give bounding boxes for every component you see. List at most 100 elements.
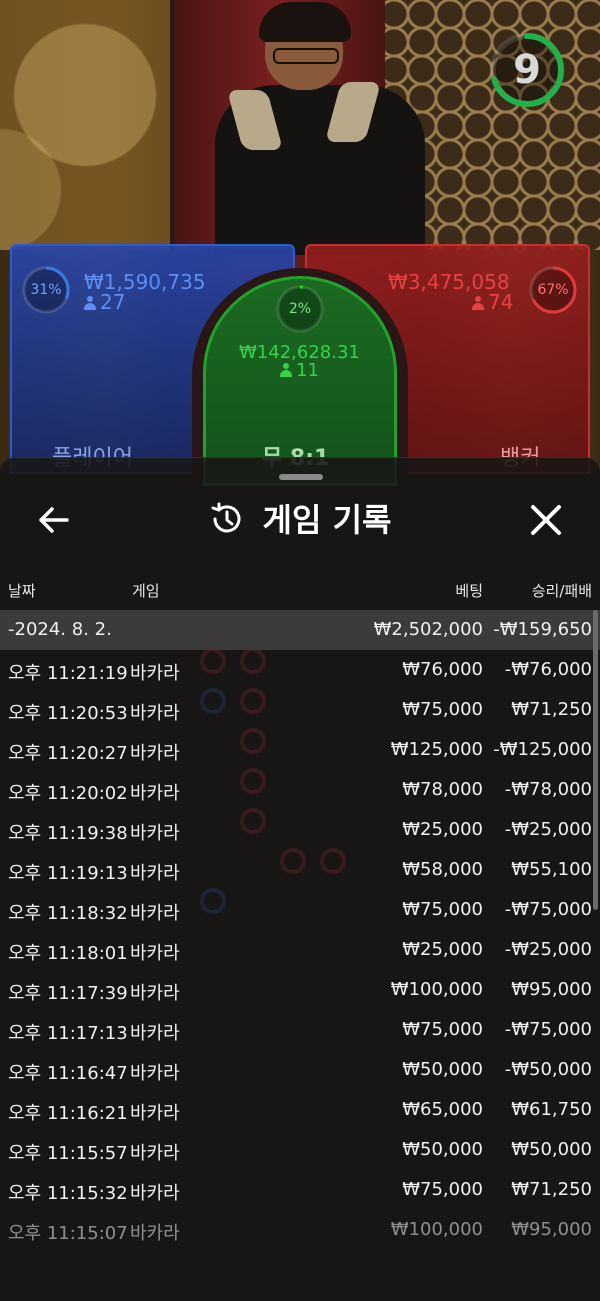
- countdown-timer: 9: [487, 30, 567, 110]
- row-result: -₩75,000: [504, 899, 592, 920]
- table-row[interactable]: 오후 11:16:21 바카라 ₩65,000 ₩61,750: [0, 1090, 600, 1130]
- row-time: 오후 11:18:32: [8, 903, 128, 924]
- row-result: -₩78,000: [504, 779, 592, 800]
- row-game: 바카라: [130, 743, 180, 764]
- game-history-panel: 게임 기록 날짜 게임 베팅 승리/패배 -2024. 8. 2. ₩2,502…: [0, 457, 600, 1301]
- row-result: -₩125,000: [493, 739, 592, 760]
- tie-percent: 2%: [288, 301, 312, 317]
- row-bet: ₩75,000: [402, 899, 483, 920]
- row-bet: ₩100,000: [390, 979, 483, 1000]
- timer-value: 9: [513, 47, 541, 93]
- player-bettor-count: 27: [84, 290, 125, 314]
- row-bet: ₩78,000: [402, 779, 483, 800]
- summary-result: -₩159,650: [493, 619, 592, 640]
- row-game: 바카라: [130, 703, 180, 724]
- dealer-figure: [215, 2, 435, 255]
- panel-title-wrap: 게임 기록: [0, 488, 600, 552]
- table-row[interactable]: 오후 11:17:13 바카라 ₩75,000 -₩75,000: [0, 1010, 600, 1050]
- panel-header: 게임 기록: [0, 488, 600, 552]
- row-time: 오후 11:16:47: [8, 1063, 128, 1084]
- row-bet: ₩75,000: [402, 1179, 483, 1200]
- row-time: 오후 11:17:39: [8, 983, 128, 1004]
- banker-percent-ring: 67%: [527, 264, 579, 316]
- row-game: 바카라: [130, 1143, 180, 1164]
- table-row[interactable]: 오후 11:19:13 바카라 ₩58,000 ₩55,100: [0, 850, 600, 890]
- wall-decoration-left: [0, 0, 170, 250]
- col-result: 승리/패배: [531, 582, 592, 600]
- table-row[interactable]: 오후 11:15:57 바카라 ₩50,000 ₩50,000: [0, 1130, 600, 1170]
- arrow-left-icon: [39, 507, 69, 533]
- row-bet: ₩58,000: [402, 859, 483, 880]
- table-row[interactable]: 오후 11:15:07 바카라 ₩100,000 ₩95,000: [0, 1210, 600, 1250]
- table-row[interactable]: 오후 11:19:38 바카라 ₩25,000 -₩25,000: [0, 810, 600, 850]
- row-bet: ₩50,000: [402, 1139, 483, 1160]
- row-game: 바카라: [130, 823, 180, 844]
- table-row[interactable]: 오후 11:20:53 바카라 ₩75,000 ₩71,250: [0, 690, 600, 730]
- col-bet: 베팅: [455, 582, 483, 600]
- row-result: -₩50,000: [504, 1059, 592, 1080]
- tie-bettor-count: 11: [280, 360, 319, 381]
- row-bet: ₩125,000: [390, 739, 483, 760]
- table-row[interactable]: 오후 11:16:47 바카라 ₩50,000 -₩50,000: [0, 1050, 600, 1090]
- row-game: 바카라: [130, 903, 180, 924]
- person-icon: [472, 296, 484, 310]
- close-icon: [531, 505, 561, 535]
- row-game: 바카라: [130, 1103, 180, 1124]
- row-result: ₩55,100: [511, 859, 592, 880]
- table-row[interactable]: 오후 11:17:39 바카라 ₩100,000 ₩95,000: [0, 970, 600, 1010]
- table-row[interactable]: 오후 11:15:32 바카라 ₩75,000 ₩71,250: [0, 1170, 600, 1210]
- row-time: 오후 11:15:07: [8, 1223, 128, 1244]
- row-time: 오후 11:19:38: [8, 823, 128, 844]
- table-row[interactable]: 오후 11:21:19 바카라 ₩76,000 -₩76,000: [0, 650, 600, 690]
- row-result: ₩95,000: [511, 979, 592, 1000]
- row-time: 오후 11:20:53: [8, 703, 128, 724]
- table-row[interactable]: 오후 11:20:27 바카라 ₩125,000 -₩125,000: [0, 730, 600, 770]
- row-bet: ₩50,000: [402, 1059, 483, 1080]
- table-row[interactable]: 오후 11:18:32 바카라 ₩75,000 -₩75,000: [0, 890, 600, 930]
- row-time: 오후 11:18:01: [8, 943, 128, 964]
- back-button[interactable]: [34, 500, 74, 540]
- row-game: 바카라: [130, 863, 180, 884]
- row-time: 오후 11:16:21: [8, 1103, 128, 1124]
- column-headers: 날짜 게임 베팅 승리/패배: [0, 576, 600, 606]
- drag-handle[interactable]: [279, 474, 323, 480]
- row-time: 오후 11:19:13: [8, 863, 128, 884]
- row-time: 오후 11:20:02: [8, 783, 128, 804]
- summary-date: -2024. 8. 2.: [8, 619, 112, 640]
- row-bet: ₩65,000: [402, 1099, 483, 1120]
- player-percent-ring: 31%: [20, 264, 72, 316]
- row-game: 바카라: [130, 783, 180, 804]
- row-time: 오후 11:21:19: [8, 663, 128, 684]
- row-result: ₩95,000: [511, 1219, 592, 1240]
- row-game: 바카라: [130, 1223, 180, 1244]
- row-game: 바카라: [130, 983, 180, 1004]
- history-table: -2024. 8. 2. ₩2,502,000 -₩159,650 오후 11:…: [0, 610, 600, 1250]
- row-time: 오후 11:20:27: [8, 743, 128, 764]
- row-result: ₩71,250: [511, 699, 592, 720]
- row-game: 바카라: [130, 1023, 180, 1044]
- row-time: 오후 11:15:57: [8, 1143, 128, 1164]
- row-game: 바카라: [130, 943, 180, 964]
- history-icon: [211, 502, 241, 533]
- row-result: -₩25,000: [504, 819, 592, 840]
- summary-bet: ₩2,502,000: [373, 619, 483, 640]
- row-bet: ₩75,000: [402, 1019, 483, 1040]
- tie-percent-ring: 2%: [274, 283, 326, 335]
- table-row[interactable]: 오후 11:20:02 바카라 ₩78,000 -₩78,000: [0, 770, 600, 810]
- banker-bettor-count: 74: [472, 290, 513, 314]
- row-bet: ₩75,000: [402, 699, 483, 720]
- row-result: ₩71,250: [511, 1179, 592, 1200]
- col-game: 게임: [132, 582, 160, 600]
- close-button[interactable]: [526, 500, 566, 540]
- row-game: 바카라: [130, 1183, 180, 1204]
- row-time: 오후 11:17:13: [8, 1023, 128, 1044]
- row-bet: ₩25,000: [402, 819, 483, 840]
- table-row[interactable]: 오후 11:18:01 바카라 ₩25,000 -₩25,000: [0, 930, 600, 970]
- row-result: -₩76,000: [504, 659, 592, 680]
- person-icon: [280, 363, 292, 377]
- row-game: 바카라: [130, 663, 180, 684]
- scrollbar[interactable]: [593, 610, 598, 910]
- row-result: ₩50,000: [511, 1139, 592, 1160]
- panel-title: 게임 기록: [262, 501, 392, 539]
- date-summary-row[interactable]: -2024. 8. 2. ₩2,502,000 -₩159,650: [0, 610, 600, 650]
